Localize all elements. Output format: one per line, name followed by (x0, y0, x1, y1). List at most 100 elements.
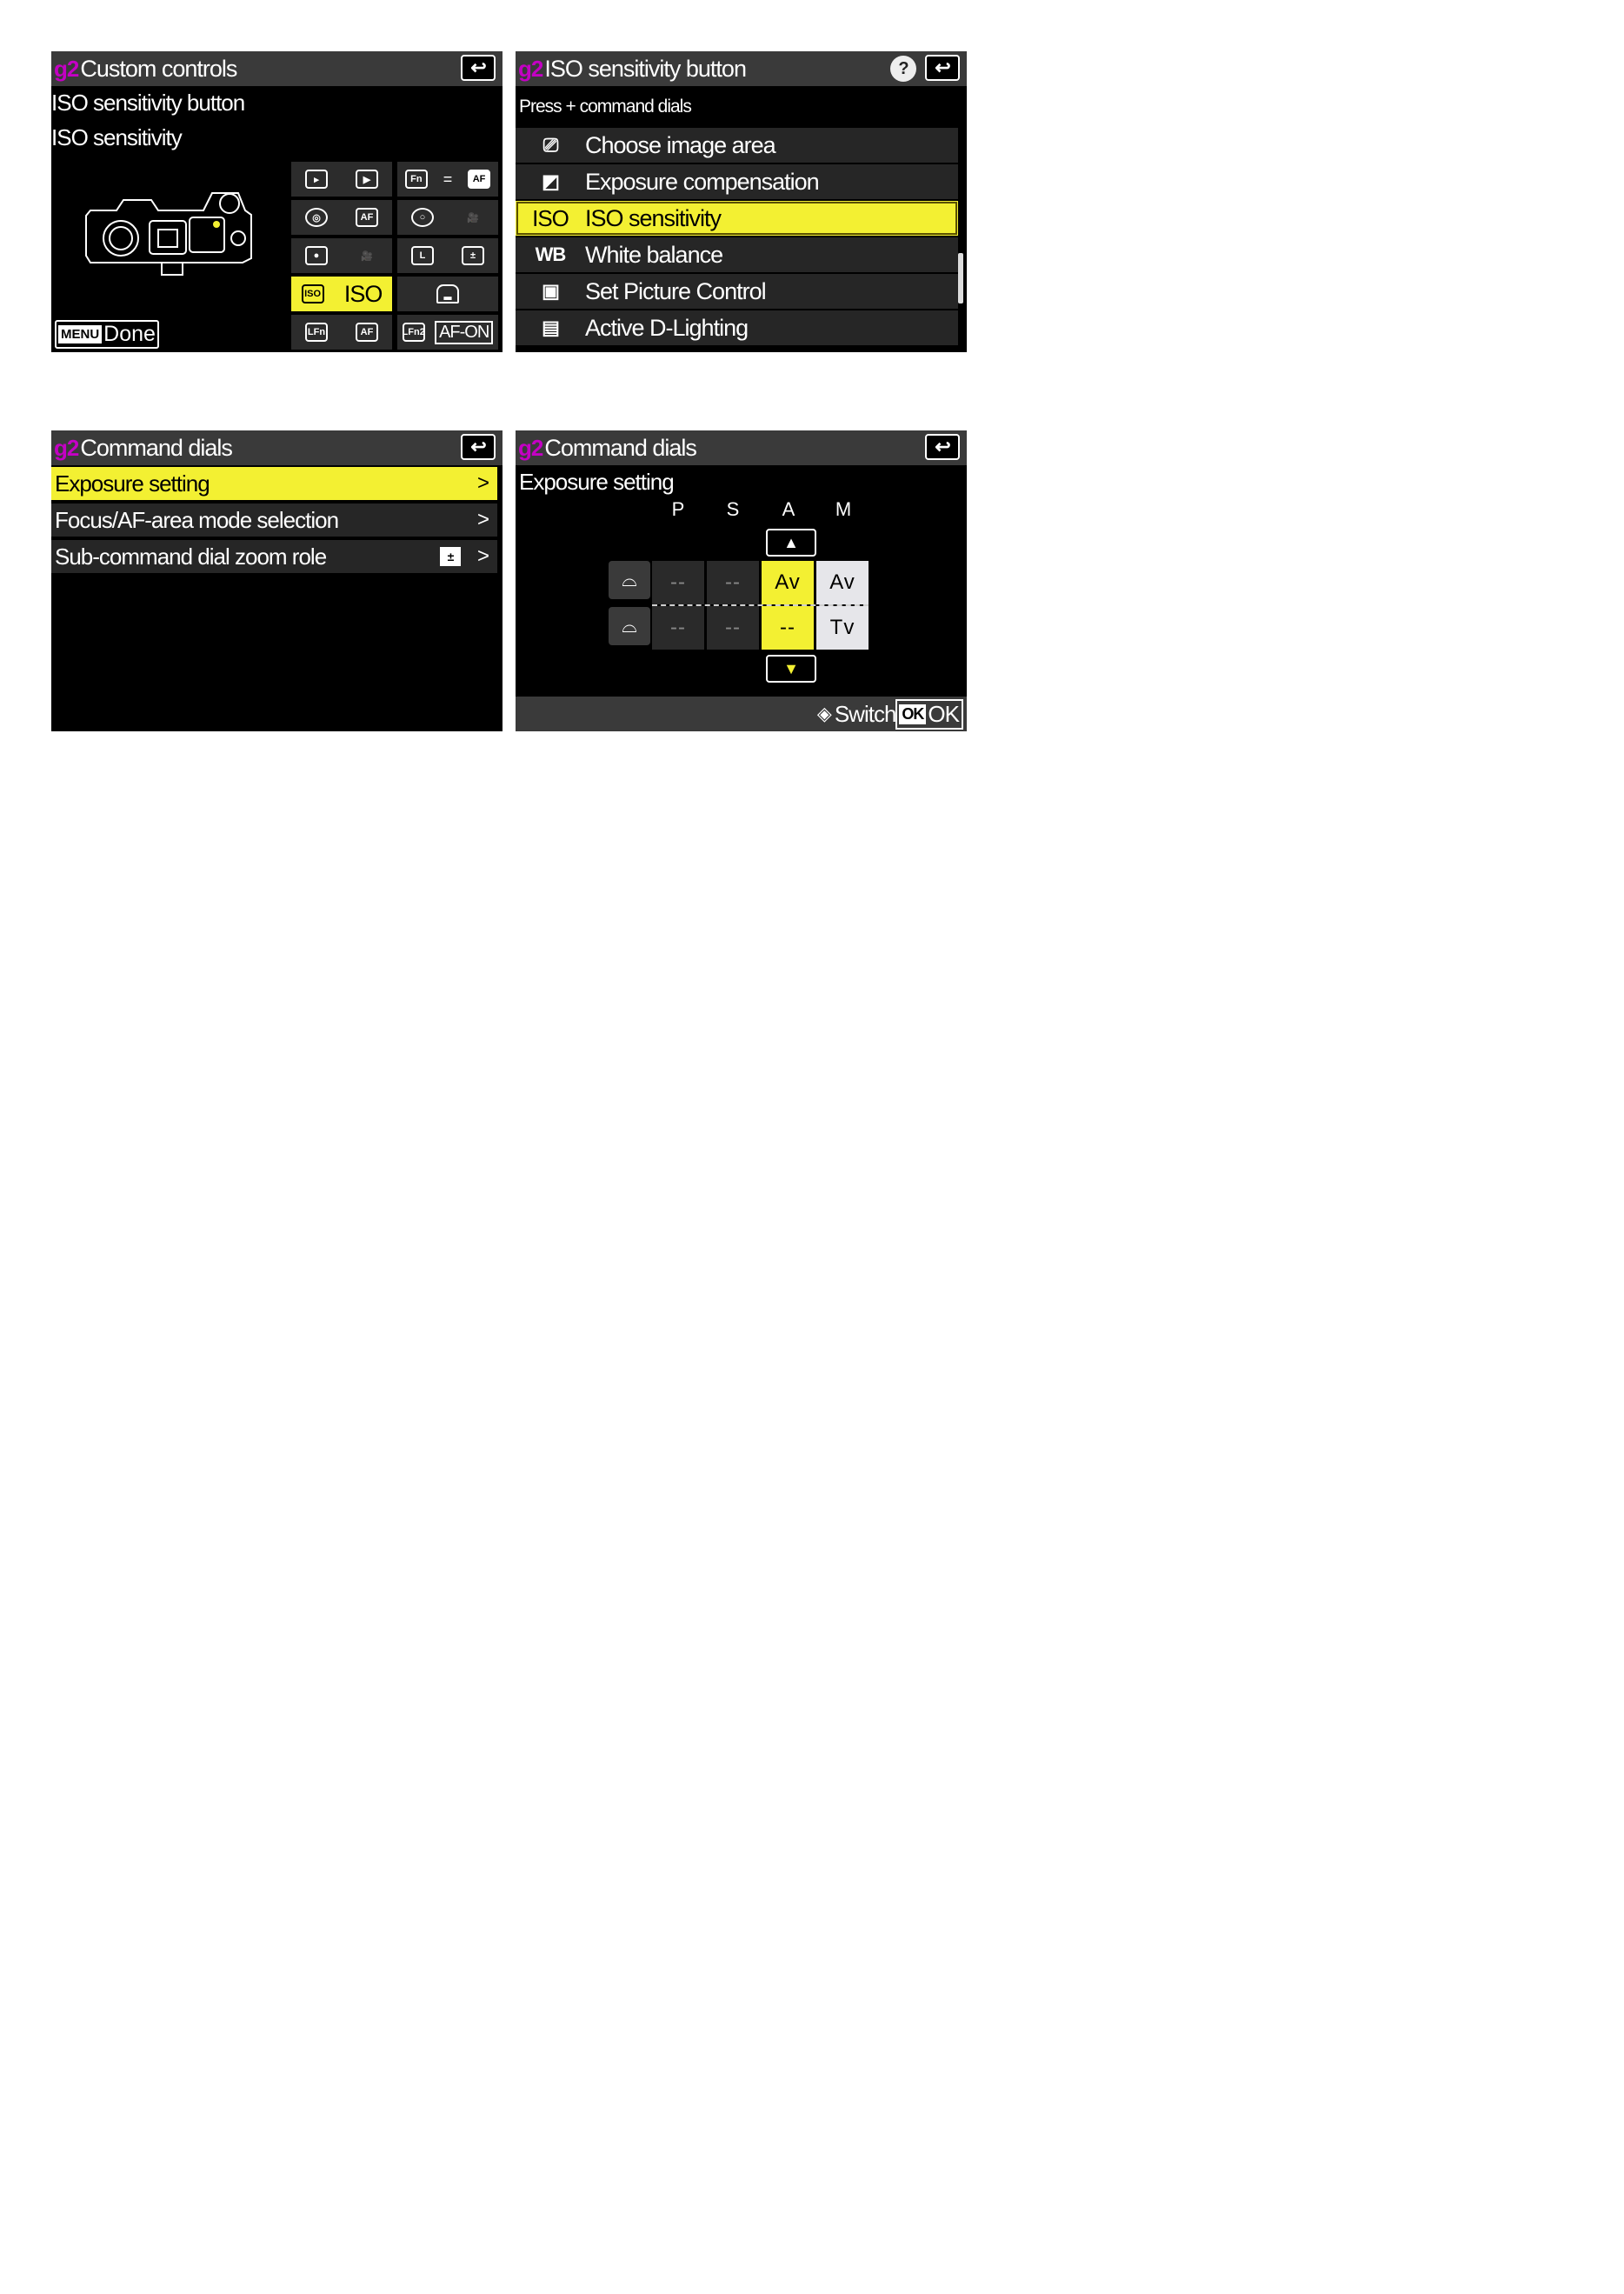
ok-button[interactable]: OK OK (895, 698, 963, 730)
back-button[interactable]: ↩ (461, 55, 496, 81)
switch-label: Switch (834, 700, 897, 727)
back-button[interactable]: ↩ (925, 434, 960, 460)
picture-control-icon: ▣ (542, 280, 560, 302)
iso-button-icon: ISO (301, 284, 324, 303)
movie-camera-icon: 🎥 (361, 250, 373, 262)
list-item-exposure-compensation[interactable]: ◩ Exposure compensation (516, 164, 958, 199)
exposure-compensation-icon: ◩ (542, 170, 560, 192)
list-item-label: Focus/AF-area mode selection (55, 506, 339, 533)
arrow-up-button[interactable]: ▲ (766, 529, 816, 557)
exposure-compensation-icon: ± (440, 547, 461, 566)
list-item-active-d-lighting[interactable]: ▤ Active D-Lighting (516, 310, 958, 345)
scrollbar[interactable] (958, 253, 963, 303)
list-item-iso-sensitivity-selected[interactable]: ISO ISO sensitivity (516, 201, 958, 236)
cell-s-sub[interactable]: -- (707, 606, 759, 650)
lens-fn-icon: LFn (305, 323, 328, 342)
play-icon: ▶ (356, 170, 378, 189)
af-on-label: AF-ON (435, 320, 494, 344)
back-button[interactable]: ↩ (461, 434, 496, 460)
iso-sensitivity-button-screen: g2 ISO sensitivity button ? ↩ Press + co… (516, 51, 967, 352)
list-item-set-picture-control[interactable]: ▣ Set Picture Control (516, 274, 958, 309)
ok-key: OK (899, 704, 927, 724)
grid-cell[interactable]: ○ 🎥 (397, 200, 498, 235)
cell-s-main[interactable]: -- (707, 561, 759, 604)
list-item-label: Active D-Lighting (585, 314, 749, 341)
cell-p-sub[interactable]: -- (652, 606, 704, 650)
lens-ring-icon: ○ (411, 208, 434, 227)
screen-title: ISO sensitivity button (544, 55, 747, 82)
title-bar: g2 Custom controls ↩ (51, 51, 503, 86)
image-area-icon: ⎚ (542, 134, 559, 156)
assigned-function-label: ISO sensitivity (51, 124, 183, 150)
af-mode-icon: AF (356, 208, 378, 227)
grid-cell[interactable]: ● 🎥 (291, 238, 392, 273)
title-bar: g2 ISO sensitivity button ? ↩ (516, 51, 967, 86)
screen-title: Command dials (544, 434, 697, 461)
sub-command-dial-icon: ⌓ (609, 607, 650, 645)
grid-cell[interactable]: ▸ ▶ (291, 162, 392, 197)
grid-cell[interactable]: ◎ AF (291, 200, 392, 235)
record-icon: ● (305, 246, 328, 265)
list-item-label: Exposure setting (55, 470, 210, 497)
grid-cell[interactable]: LFn AF (291, 315, 392, 350)
screen-title: Custom controls (80, 55, 237, 82)
selected-control-label: ISO sensitivity button (51, 90, 245, 116)
grid-cell[interactable]: L ± (397, 238, 498, 273)
cell-a-main[interactable]: Av (762, 561, 814, 604)
column-header-m: M (835, 498, 852, 520)
list-item-label: Exposure compensation (585, 168, 820, 195)
iso-icon: ISO (532, 204, 569, 231)
cell-p-main[interactable]: -- (652, 561, 704, 604)
list-item-label: Set Picture Control (585, 277, 767, 304)
cell-m-main[interactable]: Av (816, 561, 869, 604)
menu-tag: g2 (54, 434, 79, 461)
iso-label: ISO (343, 280, 383, 307)
back-button[interactable]: ↩ (925, 55, 960, 81)
sub-selector-icon: ◎ (305, 208, 328, 227)
list-item-label: White balance (585, 241, 723, 268)
return-icon: ↩ (470, 57, 486, 78)
list-item-choose-image-area[interactable]: ⎚ Choose image area (516, 128, 958, 163)
cell-m-sub[interactable]: Tv (816, 606, 869, 650)
help-icon[interactable]: ? (890, 56, 916, 82)
title-bar: g2 Command dials ↩ (51, 430, 503, 465)
arrow-down-button[interactable]: ▼ (766, 655, 816, 683)
column-header-s: S (726, 498, 740, 520)
column-header-a: A (782, 498, 795, 520)
done-label: Done (103, 322, 156, 346)
sub-command-dial-icon: ▂ (436, 284, 459, 303)
playback-icon: ▸ (305, 170, 328, 189)
list-item-label: ISO sensitivity (585, 204, 722, 231)
d-lighting-icon: ▤ (542, 317, 560, 338)
grid-cell-iso-selected[interactable]: ISO ISO (291, 277, 392, 311)
grid-cell[interactable]: LFn2 AF-ON (397, 315, 498, 350)
chevron-right-icon: > (476, 508, 489, 531)
list-item-sub-command-dial-zoom-role[interactable]: Sub-command dial zoom role ± > (51, 540, 497, 573)
equals-sign: = (443, 170, 453, 188)
subtitle: Exposure setting (519, 469, 675, 495)
cell-a-sub[interactable]: -- (762, 606, 814, 650)
column-header-p: P (671, 498, 685, 520)
footer-bar: ◈ Switch OK OK (516, 697, 967, 731)
exposure-compensation-icon: ± (462, 246, 484, 265)
custom-controls-screen: g2 Custom controls ↩ ISO sensitivity but… (51, 51, 503, 352)
chevron-right-icon: > (476, 544, 489, 568)
ok-label: OK (928, 700, 960, 727)
af-area-icon: AF (356, 323, 378, 342)
list-item-white-balance[interactable]: WB White balance (516, 237, 958, 272)
main-command-dial-icon: ⌓ (609, 561, 650, 599)
grid-cell[interactable]: Fn = AF (397, 162, 498, 197)
menu-tag: g2 (518, 434, 543, 461)
movie-icon: 🎥 (467, 212, 479, 223)
title-bar: g2 Command dials ↩ (516, 430, 967, 465)
command-dials-screen: g2 Command dials ↩ Exposure setting > Fo… (51, 430, 503, 731)
menu-tag: g2 (54, 55, 79, 82)
list-item-exposure-setting-selected[interactable]: Exposure setting > (51, 467, 497, 500)
menu-done-button[interactable]: MENU Done (55, 320, 159, 349)
grid-cell[interactable]: ▂ (397, 277, 498, 311)
control-grid: ▸ ▶ Fn = AF ◎ AF ○ 🎥 ● 🎥 L ± ISO ISO ▂ L… (291, 162, 500, 352)
af-on-icon: AF (468, 170, 491, 189)
multi-selector-icon: ◈ (816, 703, 832, 724)
list-item-focus-af-area-mode[interactable]: Focus/AF-area mode selection > (51, 503, 497, 537)
row-divider (652, 604, 869, 606)
